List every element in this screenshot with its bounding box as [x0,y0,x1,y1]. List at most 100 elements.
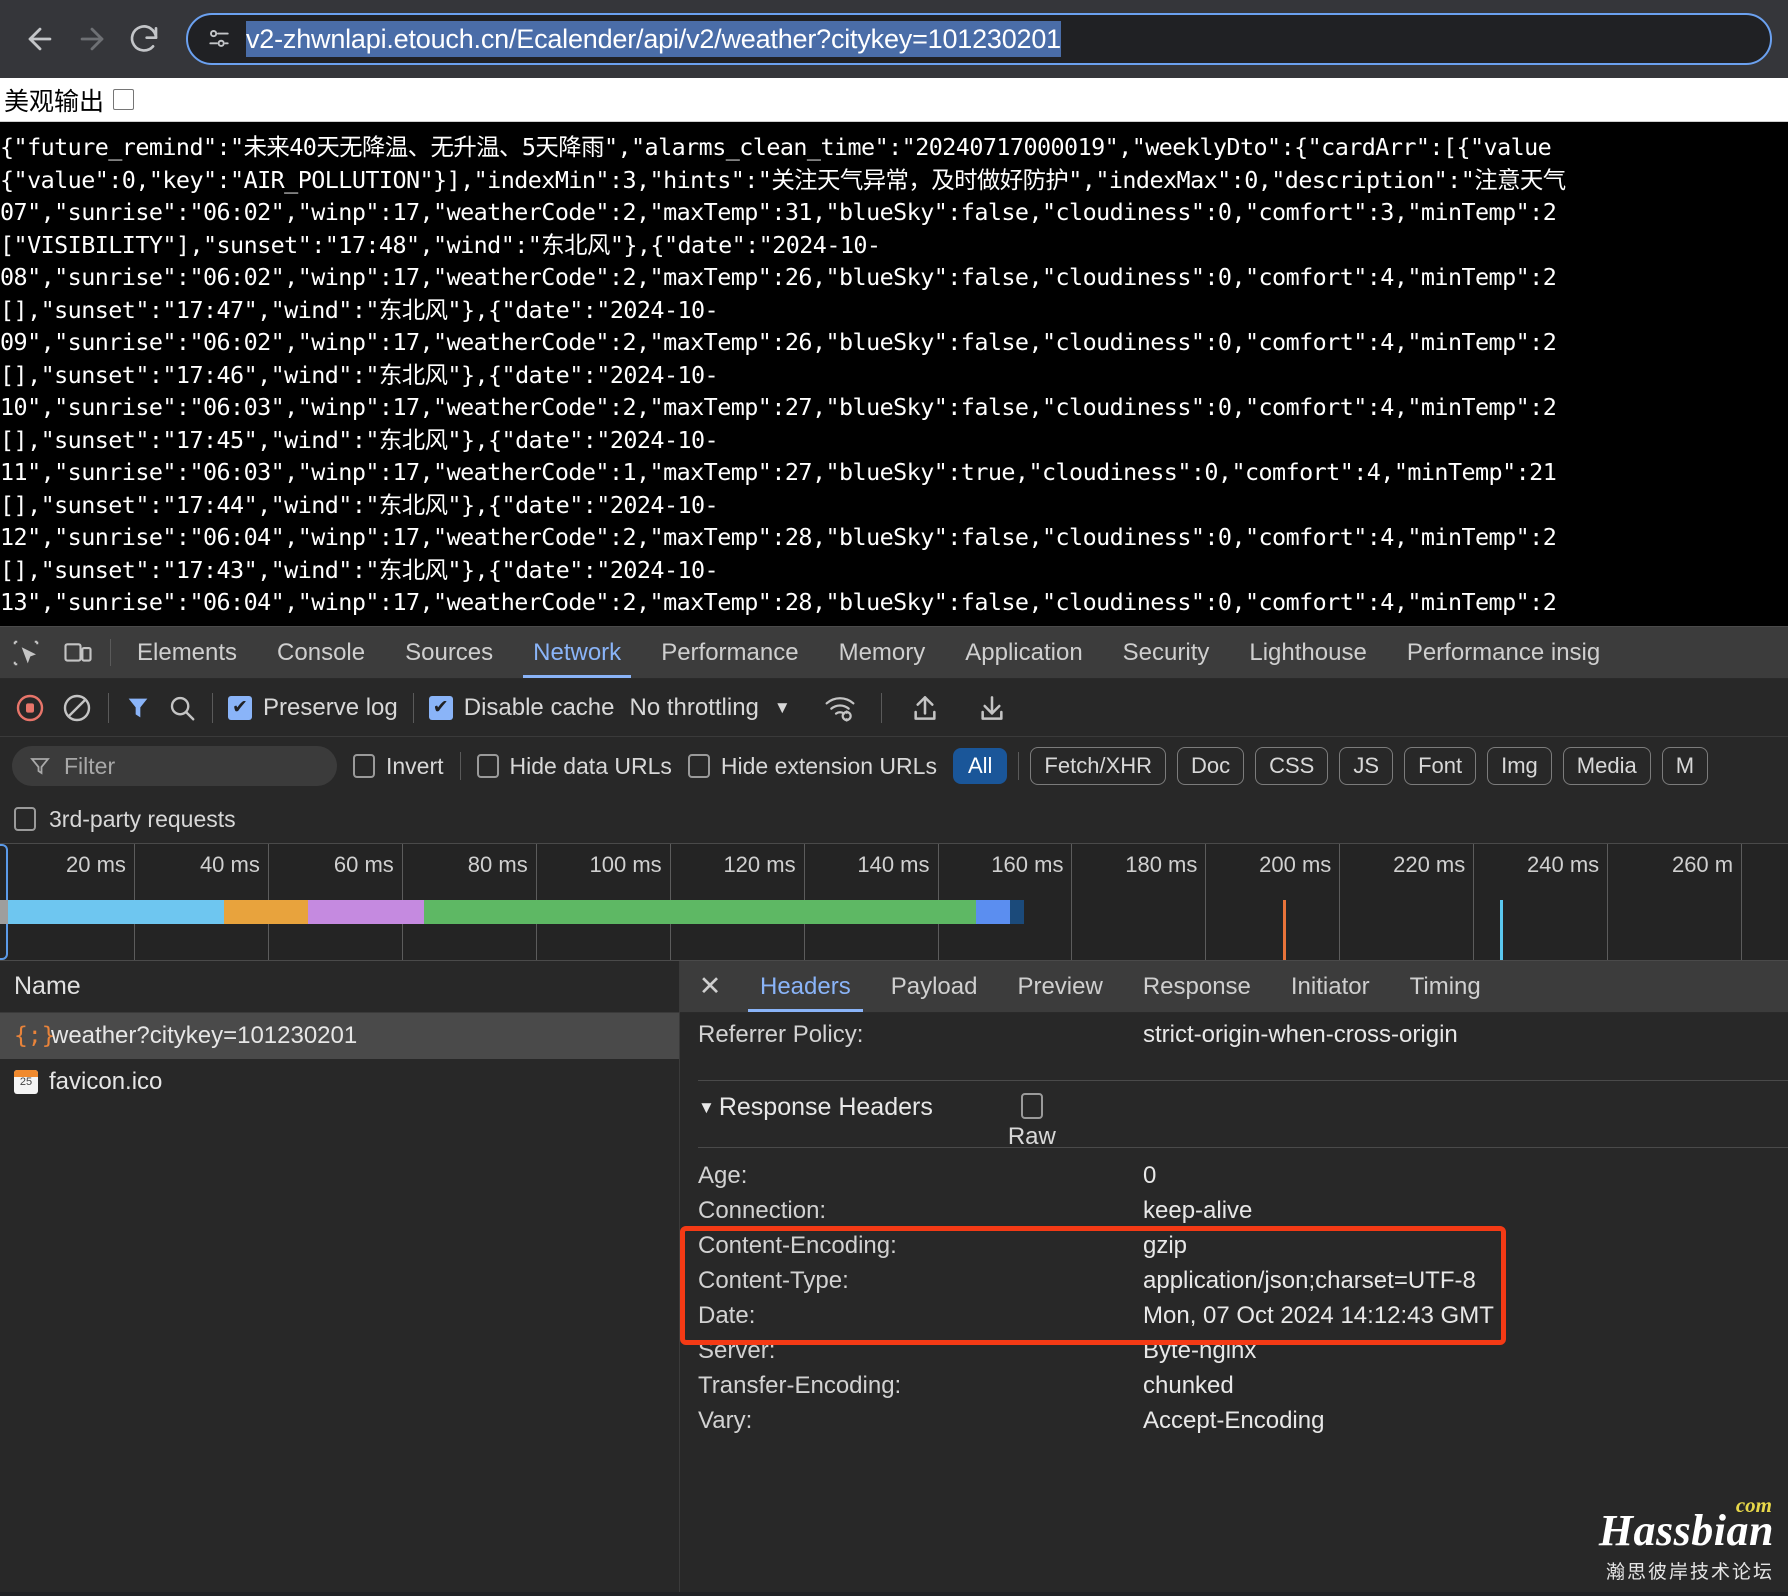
device-toolbar-icon[interactable] [52,627,104,678]
devtools-panel: Elements Console Sources Network Performance… [0,626,1788,1592]
type-filter-fetch-xhr[interactable]: Fetch/XHR [1030,747,1166,785]
tab-memory[interactable]: Memory [819,627,946,678]
detail-tab-headers[interactable]: Headers [740,961,871,1012]
hide-data-urls-checkbox[interactable] [476,754,499,778]
overview-tick-label: 260 m [1671,852,1734,877]
type-filter-media[interactable]: Media [1562,747,1651,785]
export-har-icon[interactable] [976,692,1008,724]
address-bar[interactable]: v2-zhwnlapi.etouch.cn/Ecalender/api/v2/w… [186,13,1772,65]
header-value: Mon, 07 Oct 2024 14:12:43 GMT [1143,1302,1494,1329]
network-conditions-icon[interactable] [824,692,856,724]
throttling-select[interactable]: No throttling [629,694,758,722]
hide-extension-urls-toggle[interactable]: Hide extension URLs [687,753,937,780]
filter-icon [30,758,50,775]
detail-tab-preview[interactable]: Preview [997,961,1122,1012]
record-stop-icon[interactable] [14,692,46,724]
forward-button[interactable] [68,15,116,63]
pretty-print-checkbox[interactable] [113,89,135,110]
header-key: Age: [698,1162,748,1189]
tab-performance[interactable]: Performance [641,627,818,678]
overview-tick-label: 20 ms [66,852,126,877]
request-name: weather?citykey=101230201 [51,1022,358,1049]
type-filter-all[interactable]: All [952,748,1008,784]
invert-checkbox[interactable] [353,754,375,778]
response-headers-title[interactable]: ▼ Response Headers [698,1093,933,1122]
tab-performance-insig[interactable]: Performance insig [1387,627,1620,678]
clear-icon[interactable] [61,692,93,724]
network-overview-timeline[interactable]: 20 ms 40 ms 60 ms 80 ms 100 ms 120 ms 140 ms 16… [0,843,1788,961]
detail-tab-timing[interactable]: Timing [1390,961,1501,1012]
network-filter-row: Filter Invert Hide data URLs Hide extens… [0,737,1788,795]
json-line: 07","sunrise":"06:02","winp":17,"weather… [0,198,1557,226]
json-line: {"future_remind":"未来40天无降温、无升温、5天降雨","al… [0,133,1552,161]
request-row[interactable]: {;} weather?citykey=101230201 [0,1013,679,1059]
raw-label: Raw [1007,1123,1056,1150]
disable-cache-label: Disable cache [463,693,615,721]
inspect-element-icon[interactable] [0,627,52,678]
tab-elements[interactable]: Elements [117,627,257,678]
preserve-log-toggle[interactable]: ✔ Preserve log [228,694,398,722]
toolbar-divider [880,692,882,723]
third-party-checkbox[interactable] [14,807,36,831]
tab-network[interactable]: Network [513,627,641,678]
chevron-down-icon[interactable]: ▼ [698,1098,715,1118]
detail-tab-initiator[interactable]: Initiator [1271,961,1390,1012]
disable-cache-toggle[interactable]: ✔ Disable cache [428,693,615,722]
tab-console[interactable]: Console [257,627,385,678]
back-button[interactable] [16,15,64,63]
header-row: Date: Mon, 07 Oct 2024 14:12:43 GMT [680,1302,1788,1337]
headers-content: Referrer Policy: strict-origin-when-cros… [680,1013,1788,1592]
url-text[interactable]: v2-zhwnlapi.etouch.cn/Ecalender/api/v2/w… [246,21,1061,57]
tab-security[interactable]: Security [1103,627,1230,678]
third-party-row: 3rd-party requests [0,795,1788,843]
json-line: 09","sunrise":"06:02","winp":17,"weather… [0,328,1557,356]
import-har-icon[interactable] [909,692,941,724]
search-icon[interactable] [167,693,197,723]
hide-data-urls-toggle[interactable]: Hide data URLs [476,753,672,780]
type-filter-doc[interactable]: Doc [1177,747,1245,785]
header-row: Vary: Accept-Encoding [680,1407,1788,1442]
chevron-down-icon[interactable]: ▼ [774,698,791,718]
close-icon[interactable]: ✕ [680,961,740,1012]
filter-input[interactable]: Filter [12,746,337,786]
site-settings-icon[interactable] [206,26,232,52]
request-row[interactable]: favicon.ico [0,1059,679,1105]
reload-button[interactable] [120,15,168,63]
request-detail-panel: ✕ Headers Payload Preview Response Initiator… [680,961,1788,1592]
referrer-policy-value: strict-origin-when-cross-origin [1143,1021,1458,1048]
request-name: favicon.ico [49,1068,163,1095]
raw-checkbox[interactable] [1020,1093,1043,1119]
detail-tab-response[interactable]: Response [1123,961,1271,1012]
json-line: {"value":0,"key":"AIR_POLLUTION"}],"inde… [0,165,1566,194]
json-line: 13","sunrise":"06:04","winp":17,"weather… [0,588,1557,616]
json-line: ["VISIBILITY"],"sunset":"17:48","wind":"… [0,230,881,259]
preserve-log-checkbox[interactable]: ✔ [228,695,252,720]
type-filter-img[interactable]: Img [1487,747,1552,785]
type-filter-css[interactable]: CSS [1255,747,1329,785]
referrer-policy-row: Referrer Policy: strict-origin-when-cros… [680,1021,1788,1056]
request-name-column-header[interactable]: Name [0,961,679,1013]
header-row: Content-Encoding: gzip [680,1232,1788,1267]
header-value: 0 [1143,1162,1157,1189]
type-filter-js[interactable]: JS [1339,747,1394,785]
detail-tab-payload[interactable]: Payload [871,961,998,1012]
type-filter-m[interactable]: M [1661,747,1709,785]
invert-toggle[interactable]: Invert [353,753,444,780]
response-headers-section[interactable]: ▼ Response Headers Raw [680,1093,1788,1150]
json-viewer-toolbar: 美观输出 [0,78,1788,122]
filter-funnel-icon[interactable] [124,694,152,722]
overview-bar-segment [976,900,1010,924]
raw-toggle[interactable]: Raw [1008,1093,1056,1151]
network-toolbar: ✔ Preserve log ✔ Disable cache No thrott… [0,679,1788,737]
devtools-tabstrip: Elements Console Sources Network Performance… [0,627,1788,679]
tab-sources[interactable]: Sources [385,627,513,678]
disable-cache-checkbox[interactable]: ✔ [428,695,453,720]
type-filter-font[interactable]: Font [1404,747,1477,785]
tab-lighthouse[interactable]: Lighthouse [1229,627,1386,678]
hide-extension-urls-checkbox[interactable] [687,754,710,778]
header-value: Byte-nginx [1143,1337,1257,1364]
overview-tick-label: 120 ms [723,852,796,877]
header-key: Server: [698,1337,776,1364]
tab-application[interactable]: Application [945,627,1102,678]
json-line: [],"sunset":"17:45","wind":"东北风"},{"date… [0,425,719,454]
